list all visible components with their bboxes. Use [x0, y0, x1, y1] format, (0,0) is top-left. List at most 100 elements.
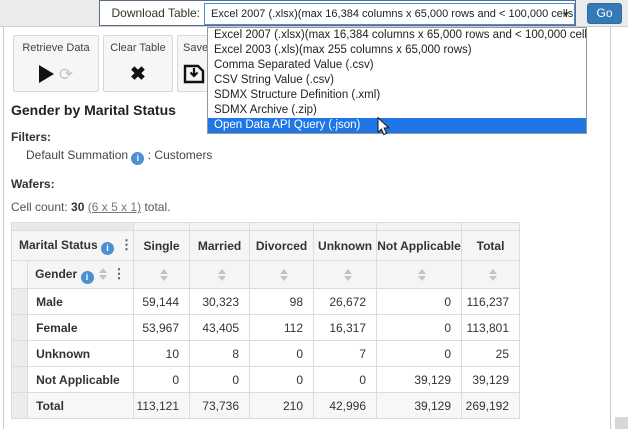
- download-control-box: Download Table: Excel 2007 (.xlsx)(max 1…: [99, 0, 576, 26]
- column-sort-cell: [134, 261, 190, 289]
- spacer-cell: [462, 223, 520, 231]
- dropdown-option[interactable]: Excel 2003 (.xls)(max 255 columns x 65,0…: [208, 43, 586, 58]
- corner-header-label: Marital Status: [19, 238, 98, 252]
- sort-down-icon: [99, 275, 107, 280]
- refresh-icon: ⟳: [59, 66, 73, 83]
- column-header-cell[interactable]: Divorced: [250, 231, 314, 261]
- download-dropdown-list: Excel 2007 (.xlsx)(max 16,384 columns x …: [207, 27, 587, 134]
- sort-up-icon: [418, 269, 426, 274]
- data-cell: 7: [314, 341, 377, 367]
- sort-toggle[interactable]: [99, 268, 107, 280]
- sort-toggle[interactable]: [344, 269, 352, 281]
- column-sort-cell: [462, 261, 520, 289]
- data-cell: 0: [377, 315, 462, 341]
- save-icon: [183, 64, 205, 84]
- data-cell: 0: [377, 289, 462, 315]
- table-row: Total113,12173,73621042,99639,129269,192: [12, 393, 520, 419]
- sort-down-icon: [280, 276, 288, 281]
- sort-up-icon: [344, 269, 352, 274]
- data-cell: 42,996: [314, 393, 377, 419]
- data-table: Marital Status i⋮SingleMarriedDivorcedUn…: [11, 222, 520, 419]
- row-label-cell: Male: [28, 289, 134, 315]
- row-label-cell: Female: [28, 315, 134, 341]
- data-cell: 25: [462, 341, 520, 367]
- retrieve-data-label: Retrieve Data: [22, 42, 89, 54]
- scroll-corner: [615, 417, 628, 429]
- spacer-cell: [134, 223, 190, 231]
- row-dimension-row: Gender i ⋮: [12, 261, 520, 289]
- sort-up-icon: [160, 269, 168, 274]
- filter-separator: :: [148, 148, 151, 162]
- data-cell: 116,237: [462, 289, 520, 315]
- kebab-menu-icon[interactable]: ⋮: [120, 237, 133, 252]
- download-format-select[interactable]: Excel 2007 (.xlsx)(max 16,384 columns x …: [204, 3, 575, 25]
- dropdown-option[interactable]: CSV String Value (.csv): [208, 73, 586, 88]
- cell-count-link[interactable]: (6 x 5 x 1): [88, 200, 141, 214]
- data-cell: 16,317: [314, 315, 377, 341]
- clear-x-icon: ✖: [130, 65, 146, 84]
- play-icon: [39, 65, 54, 83]
- download-bar: Download Table: Excel 2007 (.xlsx)(max 1…: [0, 0, 628, 27]
- sort-toggle[interactable]: [160, 269, 168, 281]
- sort-toggle[interactable]: [418, 269, 426, 281]
- data-cell: 112: [250, 315, 314, 341]
- data-cell: 0: [250, 341, 314, 367]
- column-header-cell[interactable]: Single: [134, 231, 190, 261]
- data-cell: 0: [134, 367, 190, 393]
- table-wrap: Marital Status i⋮SingleMarriedDivorcedUn…: [11, 222, 520, 419]
- data-cell: 10: [134, 341, 190, 367]
- cell-count-suffix: total.: [144, 200, 170, 214]
- indent-cell: [12, 341, 28, 367]
- wafers-heading: Wafers:: [11, 177, 55, 191]
- column-header-cell[interactable]: Not Applicable: [377, 231, 462, 261]
- info-icon[interactable]: i: [131, 152, 144, 165]
- sort-toggle[interactable]: [280, 269, 288, 281]
- row-dimension-header-cell[interactable]: Gender i ⋮: [28, 261, 134, 289]
- page-title: Gender by Marital Status: [11, 102, 176, 118]
- column-header-cell[interactable]: Total: [462, 231, 520, 261]
- spacer-cell: [314, 223, 377, 231]
- cell-count-prefix: Cell count:: [11, 200, 68, 214]
- sort-up-icon: [99, 268, 107, 273]
- data-cell: 73,736: [190, 393, 250, 419]
- clear-table-button[interactable]: Clear Table ✖: [103, 35, 173, 92]
- dropdown-option[interactable]: Open Data API Query (.json): [208, 118, 586, 133]
- data-cell: 113,121: [134, 393, 190, 419]
- data-cell: 113,801: [462, 315, 520, 341]
- go-button[interactable]: Go: [587, 3, 622, 24]
- info-icon[interactable]: i: [101, 242, 114, 255]
- select-caret-icon: ▼: [562, 11, 570, 19]
- sort-toggle[interactable]: [489, 269, 497, 281]
- indent-cell: [12, 315, 28, 341]
- table-row: Female53,96743,40511216,3170113,801: [12, 315, 520, 341]
- kebab-menu-icon[interactable]: ⋮: [113, 266, 126, 281]
- data-cell: 269,192: [462, 393, 520, 419]
- sort-toggle[interactable]: [218, 269, 226, 281]
- spacer-cell: [12, 223, 134, 231]
- column-header-cell[interactable]: Unknown: [314, 231, 377, 261]
- sort-down-icon: [218, 276, 226, 281]
- filter-line: Default Summation i : Customers: [26, 148, 212, 165]
- data-cell: 98: [250, 289, 314, 315]
- corner-header-cell[interactable]: Marital Status i ⋮: [12, 231, 134, 261]
- column-sort-cell: [314, 261, 377, 289]
- retrieve-data-button[interactable]: Retrieve Data ⟳: [13, 35, 99, 92]
- download-table-label: Download Table:: [100, 6, 200, 20]
- data-cell: 26,672: [314, 289, 377, 315]
- sort-up-icon: [280, 269, 288, 274]
- table-row: Male59,14430,3239826,6720116,237: [12, 289, 520, 315]
- row-label-cell: Not Applicable: [28, 367, 134, 393]
- dropdown-option[interactable]: SDMX Structure Definition (.xml): [208, 88, 586, 103]
- data-cell: 39,129: [377, 393, 462, 419]
- column-header-cell[interactable]: Married: [190, 231, 250, 261]
- filter-value: Customers: [154, 148, 212, 162]
- dropdown-option[interactable]: SDMX Archive (.zip): [208, 103, 586, 118]
- row-dimension-label: Gender: [35, 267, 77, 281]
- data-cell: 43,405: [190, 315, 250, 341]
- spacer-cell: [250, 223, 314, 231]
- dropdown-option[interactable]: Excel 2007 (.xlsx)(max 16,384 columns x …: [208, 28, 586, 43]
- selected-format-text: Excel 2007 (.xlsx)(max 16,384 columns x …: [211, 8, 575, 20]
- indent-cell: [12, 261, 28, 289]
- info-icon[interactable]: i: [81, 271, 94, 284]
- dropdown-option[interactable]: Comma Separated Value (.csv): [208, 58, 586, 73]
